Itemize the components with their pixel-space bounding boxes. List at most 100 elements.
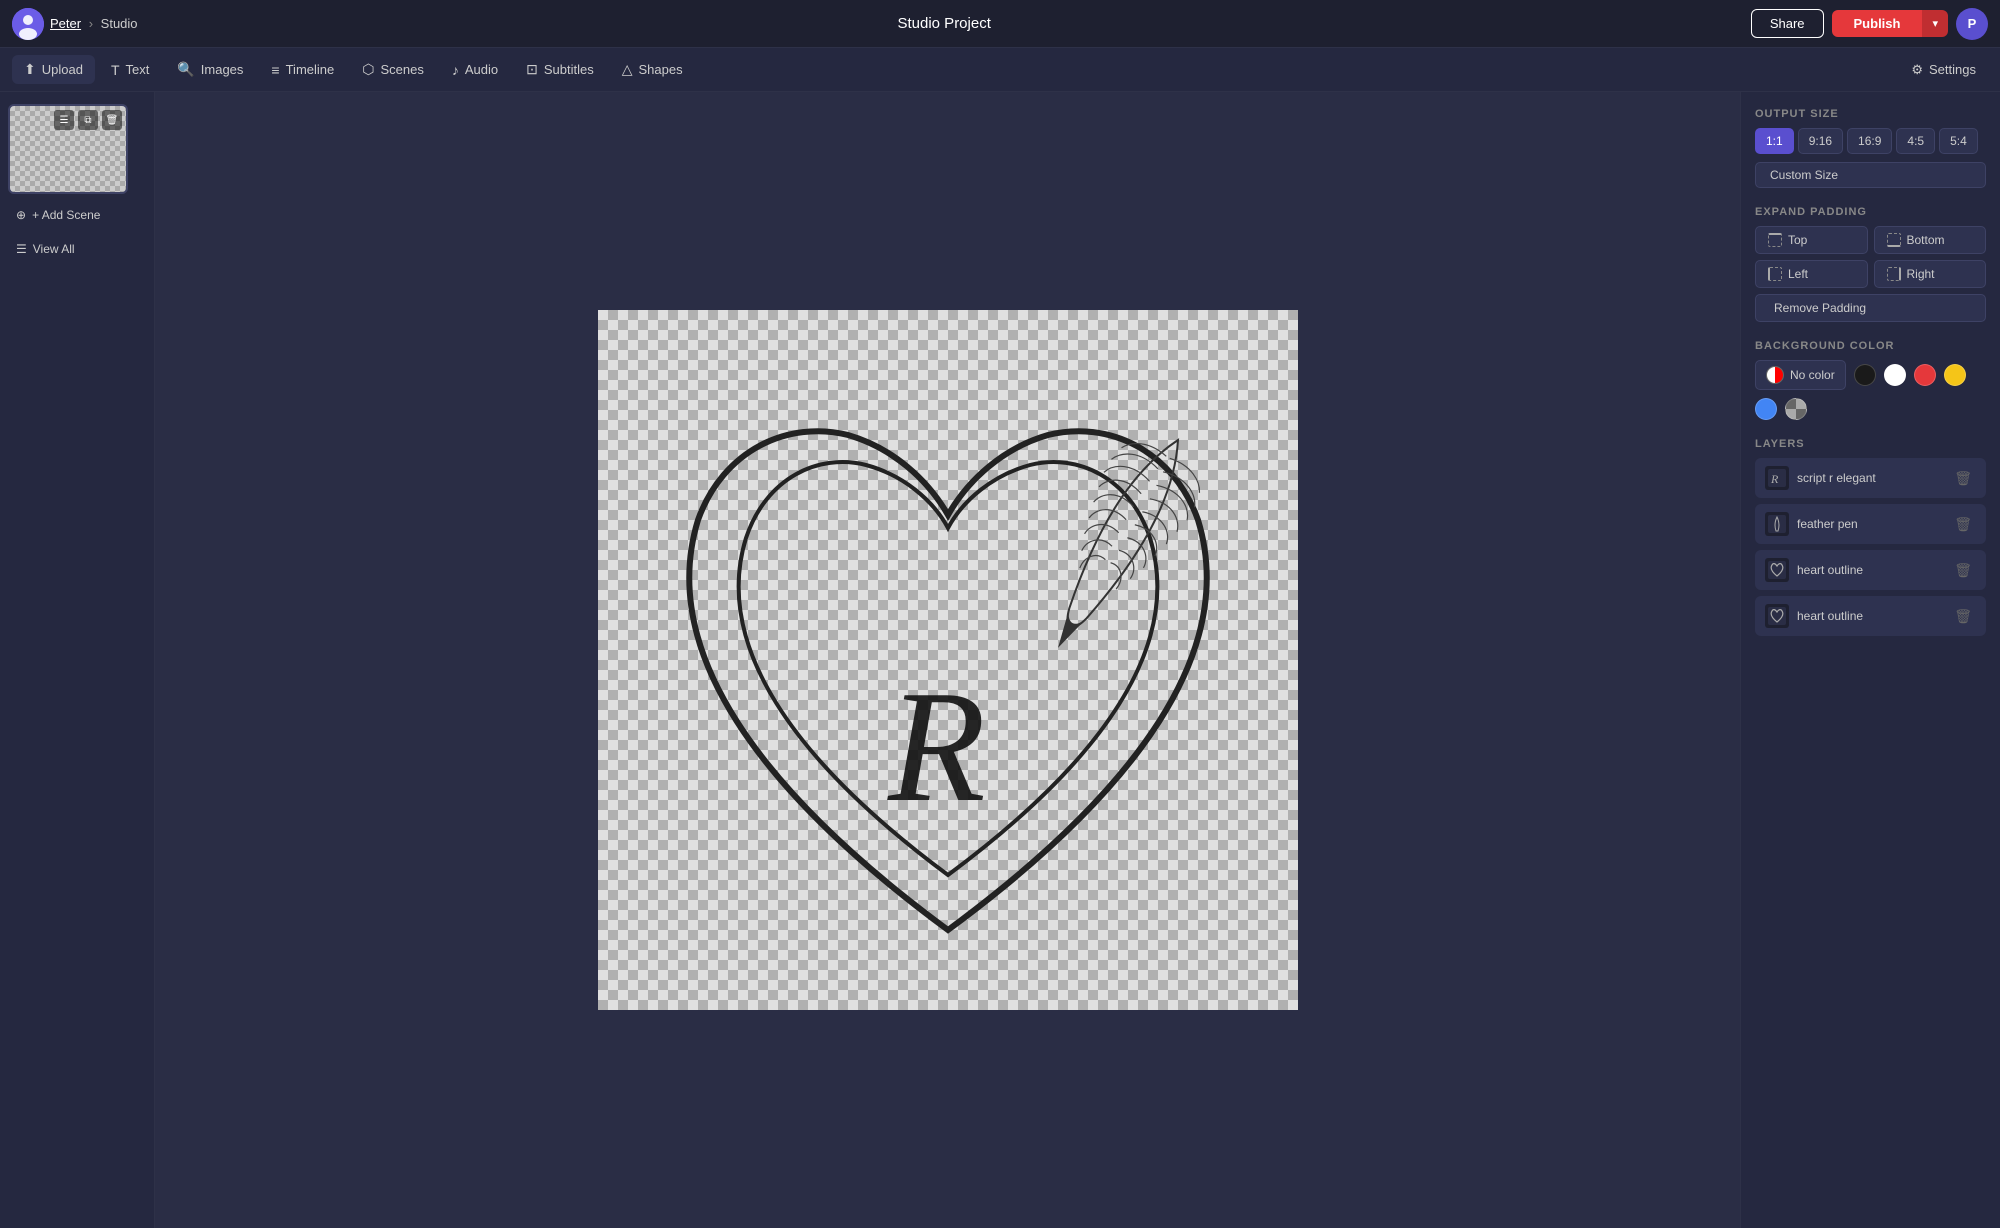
- padding-right-label: Right: [1907, 267, 1935, 281]
- layer-item-heart-outline-1[interactable]: heart outline 🗑: [1755, 550, 1986, 590]
- gear-icon: ⚙: [1911, 62, 1923, 78]
- upload-icon: ⬆: [24, 61, 36, 78]
- images-icon: 🔍: [177, 61, 194, 78]
- layer-thumb-feather-pen: [1765, 512, 1789, 536]
- scene-delete-button[interactable]: 🗑: [102, 110, 122, 130]
- add-scene-label: + Add Scene: [32, 208, 100, 222]
- color-swatch-gray[interactable]: [1785, 398, 1807, 420]
- padding-right-button[interactable]: Right: [1874, 260, 1987, 288]
- audio-label: Audio: [465, 62, 498, 77]
- subtitles-label: Subtitles: [544, 62, 594, 77]
- toolbar-scenes[interactable]: ⬡ Scenes: [350, 55, 436, 84]
- view-all-button[interactable]: ☰ View All: [8, 236, 146, 262]
- output-size-section: OUTPUT SIZE 1:1 9:16 16:9 4:5 5:4 Custom…: [1755, 108, 1986, 188]
- layer-thumb-script-r: R: [1765, 466, 1789, 490]
- layer-delete-script-r[interactable]: 🗑: [1950, 468, 1976, 489]
- toolbar-subtitles[interactable]: ⊡ Subtitles: [514, 55, 606, 84]
- bg-color-title: BACKGROUND COLOR: [1755, 340, 1986, 352]
- color-swatch-white[interactable]: [1884, 364, 1906, 386]
- padding-right-icon: [1887, 267, 1901, 281]
- publish-dropdown-button[interactable]: ▾: [1922, 10, 1948, 37]
- breadcrumb-studio: Studio: [101, 16, 138, 31]
- toolbar-timeline[interactable]: ≡ Timeline: [259, 56, 346, 84]
- share-button[interactable]: Share: [1751, 9, 1824, 38]
- layer-item-feather-pen[interactable]: feather pen 🗑: [1755, 504, 1986, 544]
- left-sidebar: R ☰ ⧉ 🗑 ⊕ + Add Scene ☰ View All: [0, 92, 155, 1228]
- layer-label-heart-outline-2: heart outline: [1797, 609, 1942, 623]
- custom-size-button[interactable]: Custom Size: [1755, 162, 1986, 188]
- layers-title: LAYERS: [1755, 438, 1986, 450]
- padding-bottom-button[interactable]: Bottom: [1874, 226, 1987, 254]
- color-swatch-black[interactable]: [1854, 364, 1876, 386]
- scenes-label: Scenes: [380, 62, 423, 77]
- color-swatch-red[interactable]: [1914, 364, 1936, 386]
- canvas[interactable]: R: [598, 310, 1298, 1010]
- size-4-5-button[interactable]: 4:5: [1896, 128, 1935, 154]
- svg-text:R: R: [887, 657, 986, 835]
- size-5-4-button[interactable]: 5:4: [1939, 128, 1978, 154]
- breadcrumb: Peter › Studio: [50, 16, 138, 31]
- canvas-content: R: [598, 310, 1298, 1010]
- layer-delete-heart-outline-1[interactable]: 🗑: [1950, 560, 1976, 581]
- padding-top-button[interactable]: Top: [1755, 226, 1868, 254]
- no-color-button[interactable]: No color: [1755, 360, 1846, 390]
- size-1-1-button[interactable]: 1:1: [1755, 128, 1794, 154]
- publish-button[interactable]: Publish: [1832, 10, 1923, 37]
- layer-item-script-r[interactable]: R script r elegant 🗑: [1755, 458, 1986, 498]
- toolbar-shapes[interactable]: △ Shapes: [610, 55, 695, 84]
- top-bar: Peter › Studio Studio Project Share Publ…: [0, 0, 2000, 48]
- padding-bottom-label: Bottom: [1907, 233, 1945, 247]
- upload-label: Upload: [42, 62, 83, 77]
- toolbar: ⬆ Upload T Text 🔍 Images ≡ Timeline ⬡ Sc…: [0, 48, 2000, 92]
- main-layout: R ☰ ⧉ 🗑 ⊕ + Add Scene ☰ View All: [0, 92, 2000, 1228]
- padding-left-label: Left: [1788, 267, 1808, 281]
- toolbar-text[interactable]: T Text: [99, 56, 161, 84]
- add-scene-button[interactable]: ⊕ + Add Scene: [8, 202, 146, 228]
- right-sidebar: OUTPUT SIZE 1:1 9:16 16:9 4:5 5:4 Custom…: [1740, 92, 2000, 1228]
- breadcrumb-user[interactable]: Peter: [50, 16, 81, 31]
- user-menu-avatar[interactable]: P: [1956, 8, 1988, 40]
- canvas-area[interactable]: R: [155, 92, 1740, 1228]
- scene-menu-button[interactable]: ☰: [54, 110, 74, 130]
- timeline-icon: ≡: [271, 62, 279, 78]
- breadcrumb-sep: ›: [89, 16, 93, 31]
- audio-icon: ♪: [452, 62, 459, 78]
- size-9-16-button[interactable]: 9:16: [1798, 128, 1843, 154]
- no-color-icon: [1766, 366, 1784, 384]
- size-buttons: 1:1 9:16 16:9 4:5 5:4: [1755, 128, 1986, 154]
- toolbar-upload[interactable]: ⬆ Upload: [12, 55, 95, 84]
- no-color-label: No color: [1790, 368, 1835, 382]
- subtitles-icon: ⊡: [526, 61, 538, 78]
- layer-delete-feather-pen[interactable]: 🗑: [1950, 514, 1976, 535]
- layers-section: LAYERS R script r elegant 🗑 feather pen …: [1755, 438, 1986, 1212]
- size-16-9-button[interactable]: 16:9: [1847, 128, 1892, 154]
- padding-left-button[interactable]: Left: [1755, 260, 1868, 288]
- background-color-section: BACKGROUND COLOR No color: [1755, 340, 1986, 420]
- user-avatar: [12, 8, 44, 40]
- output-size-title: OUTPUT SIZE: [1755, 108, 1986, 120]
- breadcrumb-area: Peter › Studio: [12, 8, 138, 40]
- layer-label-script-r: script r elegant: [1797, 471, 1942, 485]
- color-swatch-yellow[interactable]: [1944, 364, 1966, 386]
- view-all-label: View All: [33, 242, 75, 256]
- toolbar-audio[interactable]: ♪ Audio: [440, 56, 510, 84]
- layer-thumb-heart-outline-1: [1765, 558, 1789, 582]
- shapes-label: Shapes: [639, 62, 683, 77]
- publish-group: Publish ▾: [1832, 10, 1948, 37]
- bg-color-row: No color: [1755, 360, 1986, 420]
- scene-thumbnail[interactable]: R ☰ ⧉ 🗑: [8, 104, 128, 194]
- expand-padding-section: EXPAND PADDING Top Bottom Left Right: [1755, 206, 1986, 322]
- scene-copy-button[interactable]: ⧉: [78, 110, 98, 130]
- svg-text:R: R: [1770, 472, 1779, 486]
- project-title: Studio Project: [138, 15, 1751, 32]
- scenes-icon: ⬡: [362, 61, 374, 78]
- toolbar-images[interactable]: 🔍 Images: [165, 55, 255, 84]
- text-icon: T: [111, 62, 120, 78]
- layer-delete-heart-outline-2[interactable]: 🗑: [1950, 606, 1976, 627]
- color-swatch-blue[interactable]: [1755, 398, 1777, 420]
- expand-padding-title: EXPAND PADDING: [1755, 206, 1986, 218]
- padding-top-label: Top: [1788, 233, 1807, 247]
- remove-padding-button[interactable]: Remove Padding: [1755, 294, 1986, 322]
- layer-item-heart-outline-2[interactable]: heart outline 🗑: [1755, 596, 1986, 636]
- settings-button[interactable]: ⚙ Settings: [1899, 56, 1988, 84]
